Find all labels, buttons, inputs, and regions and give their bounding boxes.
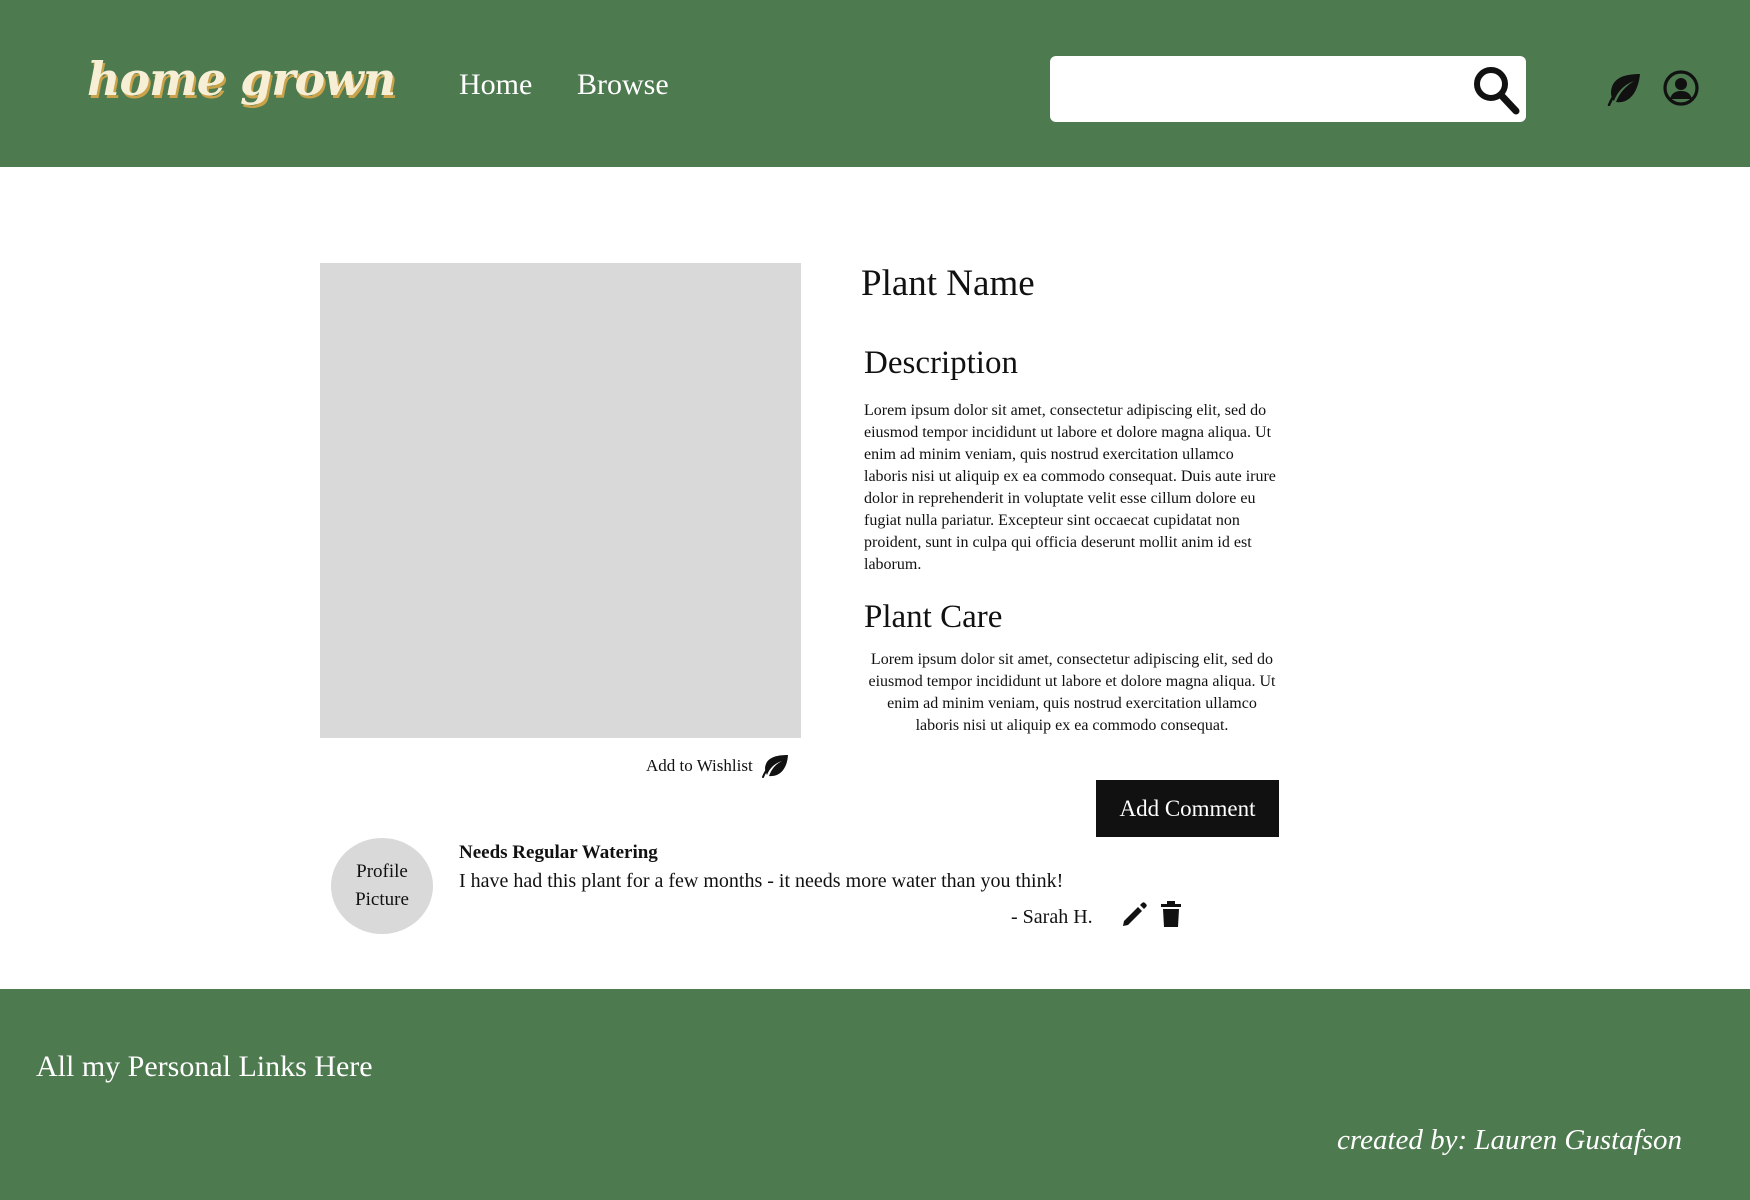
footer-links[interactable]: All my Personal Links Here xyxy=(36,1050,373,1084)
plant-name: Plant Name xyxy=(861,263,1035,304)
add-to-wishlist-button[interactable]: Add to Wishlist xyxy=(646,751,789,781)
user-circle-icon[interactable] xyxy=(1663,70,1699,106)
avatar: Profile Picture xyxy=(331,838,433,934)
plant-image-placeholder xyxy=(320,263,801,738)
search-box xyxy=(1050,56,1526,122)
plant-care-text: Lorem ipsum dolor sit amet, consectetur … xyxy=(868,651,1276,734)
nav-home[interactable]: Home xyxy=(459,68,532,102)
nav-browse[interactable]: Browse xyxy=(577,68,669,102)
footer-credit: created by: Lauren Gustafson xyxy=(1337,1124,1682,1156)
site-footer xyxy=(0,989,1750,1200)
comment-body: I have had this plant for a few months -… xyxy=(459,870,1064,892)
description-heading: Description xyxy=(864,345,1018,381)
add-comment-button[interactable]: Add Comment xyxy=(1096,780,1279,837)
search-input[interactable] xyxy=(1062,64,1456,116)
wishlist-label: Add to Wishlist xyxy=(646,756,753,775)
trash-icon[interactable] xyxy=(1160,901,1182,928)
comment-author: - Sarah H. xyxy=(1011,906,1093,928)
leaf-icon[interactable] xyxy=(1606,72,1642,106)
avatar-placeholder-text: Profile Picture xyxy=(355,861,409,910)
leaf-icon xyxy=(761,755,788,778)
site-header: home grown Home Browse xyxy=(0,0,1750,167)
comment-title: Needs Regular Watering xyxy=(459,842,658,863)
site-logo[interactable]: home grown xyxy=(87,52,396,106)
description-text: Lorem ipsum dolor sit amet, consectetur … xyxy=(864,402,1276,573)
plant-care-heading: Plant Care xyxy=(864,599,1003,635)
pencil-icon[interactable] xyxy=(1121,902,1147,928)
search-icon[interactable] xyxy=(1472,65,1520,115)
